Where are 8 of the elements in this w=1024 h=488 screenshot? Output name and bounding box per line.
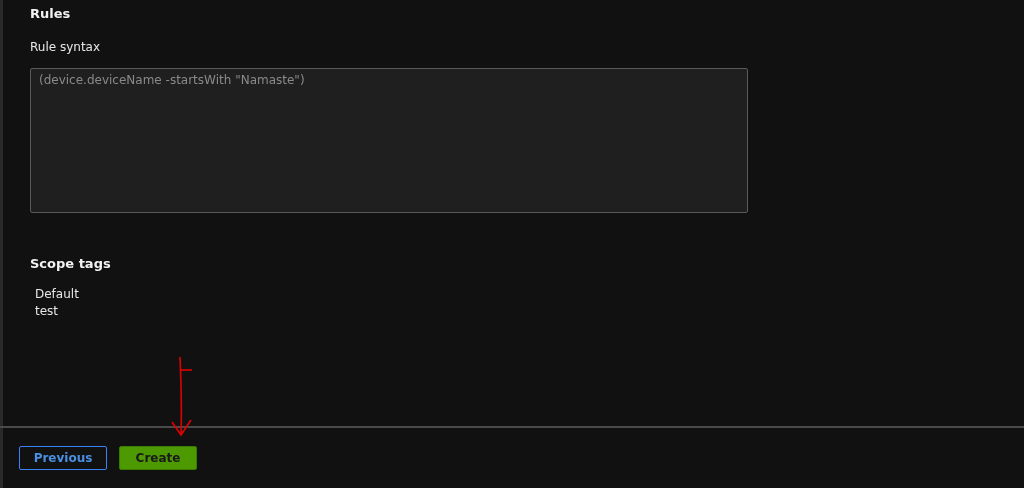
- section-title: Scope tags: [30, 256, 112, 273]
- section-title: Rules: [30, 6, 72, 23]
- scope-tag: test: [30, 303, 1024, 320]
- field-label: Rule syntax: [30, 40, 102, 54]
- rule-syntax-field[interactable]: (device.deviceName -startsWith "Namaste"): [30, 68, 748, 213]
- scope-tag: Default: [30, 286, 1024, 303]
- create-button[interactable]: Create: [119, 446, 197, 470]
- previous-button[interactable]: Previous: [19, 446, 107, 470]
